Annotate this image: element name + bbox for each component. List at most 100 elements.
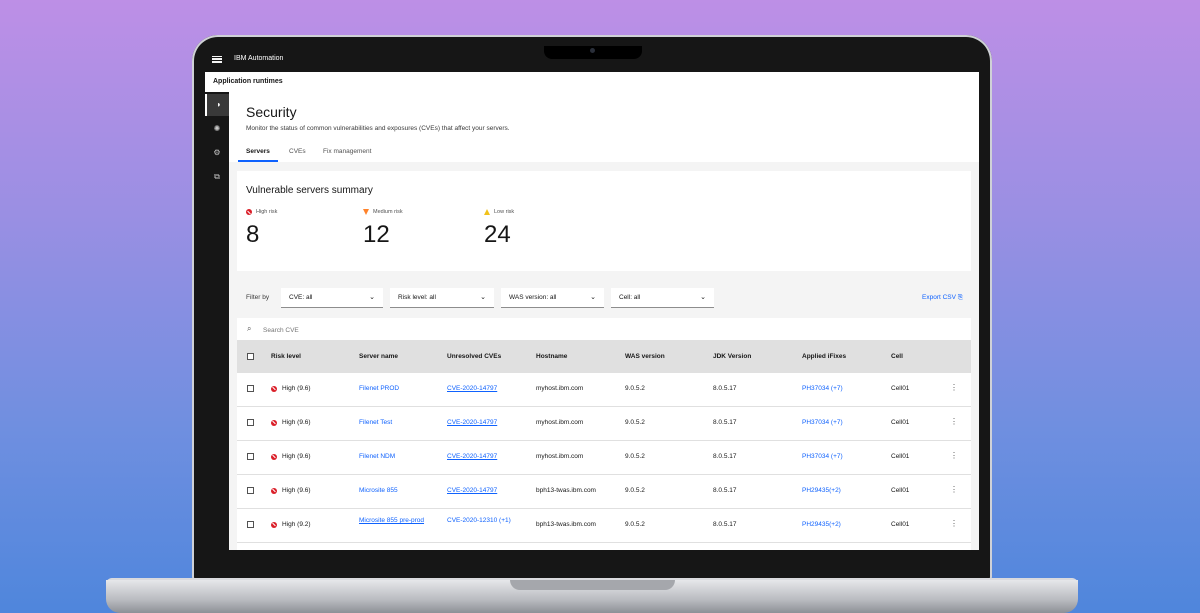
table-row[interactable]: High (9.6) Microsite 855 CVE-2020-14797 … [237, 475, 971, 509]
cve-link[interactable]: CVE-2020-14797 [447, 453, 497, 460]
table-row[interactable]: High (9.6) Filenet PROD CVE-2020-14797 m… [237, 373, 971, 407]
cell-name: Cell01 [891, 385, 910, 392]
overflow-menu-icon[interactable]: ⋮ [950, 384, 958, 392]
brand-name: IBM Automation [234, 55, 284, 62]
chevron-down-icon: ⌄ [590, 294, 596, 301]
hostname: myhost.ibm.com [536, 385, 584, 392]
col-ifixes[interactable]: Applied iFixes [802, 353, 846, 360]
was-version: 9.0.5.2 [625, 385, 645, 392]
chevron-down-icon: ⌄ [480, 294, 486, 301]
cve-link[interactable]: CVE-2020-14797 [447, 419, 497, 426]
risk-value: High (9.6) [282, 453, 311, 460]
metric-medium: Medium risk 12 [363, 209, 403, 249]
filter-label: Filter by [246, 294, 270, 301]
dropdown-value: Risk level: all [398, 294, 436, 301]
overflow-menu-icon[interactable]: ⋮ [950, 520, 958, 528]
col-risk[interactable]: Risk level [271, 353, 301, 360]
search-bar: ⌕ [237, 318, 971, 341]
overflow-menu-icon[interactable]: ⋮ [950, 486, 958, 494]
summary-title: Vulnerable servers summary [246, 185, 373, 196]
col-cell[interactable]: Cell [891, 353, 903, 360]
tab-servers[interactable]: Servers [238, 144, 278, 162]
metric-value: 24 [484, 221, 511, 248]
search-icon: ⌕ [247, 324, 252, 333]
server-link[interactable]: Microsite 855 [359, 487, 398, 494]
metric-high: High risk 8 [246, 209, 277, 249]
was-version: 9.0.5.2 [625, 521, 645, 528]
cell-name: Cell01 [891, 419, 910, 426]
metric-low: Low risk 24 [484, 209, 514, 249]
col-was[interactable]: WAS version [625, 353, 665, 360]
was-filter-dropdown[interactable]: WAS version: all ⌄ [501, 288, 604, 308]
export-label: Export CSV [922, 294, 956, 301]
col-server[interactable]: Server name [359, 353, 398, 360]
cve-link[interactable]: CVE-2020-14797 [447, 487, 497, 494]
high-risk-icon [271, 487, 277, 494]
server-link[interactable]: Microsite 855 pre-prod [359, 516, 429, 525]
row-checkbox[interactable] [247, 521, 254, 528]
select-all-checkbox[interactable] [247, 353, 254, 360]
section-bar: Application runtimes [205, 72, 979, 93]
risk-value: High (9.6) [282, 385, 311, 392]
ifix-link[interactable]: PH29435(+2) [802, 521, 841, 528]
dropdown-value: WAS version: all [509, 294, 557, 301]
metric-value: 12 [363, 221, 390, 248]
col-jdk[interactable]: JDK Version [713, 353, 751, 360]
col-hostname[interactable]: Hostname [536, 353, 567, 360]
laptop-hinge [510, 580, 675, 590]
dropdown-value: CVE: all [289, 294, 313, 301]
ifix-link[interactable]: PH37034 (+7) [802, 419, 843, 426]
risk-filter-dropdown[interactable]: Risk level: all ⌄ [390, 288, 494, 308]
high-risk-icon [246, 209, 252, 215]
metric-label: Low risk [494, 209, 515, 215]
search-input[interactable] [261, 322, 565, 338]
row-checkbox[interactable] [247, 419, 254, 426]
server-link[interactable]: Filenet PROD [359, 385, 399, 392]
ifix-link[interactable]: PH37034 (+7) [802, 453, 843, 460]
server-link[interactable]: Filenet Test [359, 419, 392, 426]
cve-filter-dropdown[interactable]: CVE: all ⌄ [281, 288, 383, 308]
tab-fix-management[interactable]: Fix management [315, 144, 379, 160]
table-row[interactable]: High (9.2) Microsite 855 pre-prod CVE-20… [237, 509, 971, 543]
gear-icon[interactable]: ⚙ [205, 142, 229, 164]
cve-link[interactable]: CVE-2020-12310 (+1) [447, 516, 517, 525]
jdk-version: 8.0.5.17 [713, 385, 737, 392]
flow-icon[interactable]: ⧉ [205, 166, 229, 188]
ifix-link[interactable]: PH37034 (+7) [802, 385, 843, 392]
was-version: 9.0.5.2 [625, 453, 645, 460]
app-screen: IBM Automation Application runtimes ◑ ✺ … [205, 47, 979, 550]
was-version: 9.0.5.2 [625, 419, 645, 426]
row-checkbox[interactable] [247, 385, 254, 392]
table-row[interactable]: High (9.6) Filenet NDM CVE-2020-14797 my… [237, 441, 971, 475]
section-title: Application runtimes [213, 78, 283, 85]
servers-table: Risk level Server name Unresolved CVEs H… [237, 341, 971, 550]
chevron-down-icon: ⌄ [369, 294, 375, 301]
jdk-version: 8.0.5.17 [713, 521, 737, 528]
shield-icon[interactable]: ◑ [205, 94, 229, 116]
tab-cves[interactable]: CVEs [281, 144, 314, 160]
metric-label: High risk [256, 209, 278, 215]
summary-card: Vulnerable servers summary High risk 8 M… [237, 171, 971, 271]
hostname: bph13-twas.ibm.com [536, 487, 596, 494]
col-cves[interactable]: Unresolved CVEs [447, 353, 501, 360]
overflow-menu-icon[interactable]: ⋮ [950, 418, 958, 426]
row-checkbox[interactable] [247, 453, 254, 460]
filter-bar: Filter by CVE: all ⌄ Risk level: all ⌄ WAS… [237, 287, 971, 309]
cell-name: Cell01 [891, 521, 910, 528]
hamburger-menu-icon[interactable] [212, 54, 222, 64]
table-row[interactable]: High (9.6) Filenet Test CVE-2020-14797 m… [237, 407, 971, 441]
low-risk-icon [484, 209, 490, 215]
high-risk-icon [271, 453, 277, 460]
jdk-version: 8.0.5.17 [713, 487, 737, 494]
ifix-link[interactable]: PH29435(+2) [802, 487, 841, 494]
sun-icon[interactable]: ✺ [205, 118, 229, 140]
overflow-menu-icon[interactable]: ⋮ [950, 452, 958, 460]
dropdown-value: Cell: all [619, 294, 641, 301]
risk-value: High (9.6) [282, 487, 311, 494]
cell-filter-dropdown[interactable]: Cell: all ⌄ [611, 288, 714, 308]
row-checkbox[interactable] [247, 487, 254, 494]
table-header: Risk level Server name Unresolved CVEs H… [237, 341, 971, 373]
server-link[interactable]: Filenet NDM [359, 453, 395, 460]
cve-link[interactable]: CVE-2020-14797 [447, 385, 497, 392]
export-csv-link[interactable]: Export CSV ⎘ [922, 294, 963, 302]
